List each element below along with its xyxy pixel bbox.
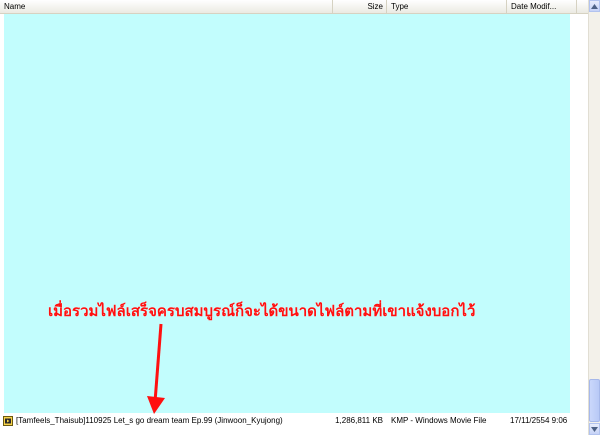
file-list-window: Name Size Type Date Modif... เมื่อรวมไฟล… <box>0 0 600 435</box>
scroll-up-button[interactable] <box>589 0 600 12</box>
annotation-overlay <box>4 14 570 413</box>
column-extra-header[interactable] <box>577 0 588 13</box>
column-header: Name Size Type Date Modif... <box>0 0 588 14</box>
annotation-caption: เมื่อรวมไฟล์เสร็จครบสมบูรณ์ก็จะได้ขนาดไฟ… <box>48 303 476 320</box>
file-date-modified: 17/11/2554 9:06 <box>510 416 568 425</box>
scroll-down-button[interactable] <box>589 423 600 435</box>
column-date-header[interactable]: Date Modif... <box>507 0 577 13</box>
vertical-scrollbar[interactable] <box>588 0 600 435</box>
file-type: KMP - Windows Movie File <box>391 416 487 425</box>
annotation-arrow-icon <box>147 323 165 414</box>
file-size: 1,286,811 KB <box>335 416 383 425</box>
column-type-header[interactable]: Type <box>387 0 507 13</box>
file-row[interactable]: [Tamfeels_Thaisub]110925 Let_s go dream … <box>0 414 588 428</box>
movie-file-icon <box>3 416 13 426</box>
column-size-header[interactable]: Size <box>333 0 387 13</box>
file-name: [Tamfeels_Thaisub]110925 Let_s go dream … <box>16 416 283 425</box>
scroll-thumb[interactable] <box>589 379 600 422</box>
column-name-header[interactable]: Name <box>0 0 333 13</box>
scroll-up-arrow-icon <box>591 3 598 9</box>
scroll-down-arrow-icon <box>591 426 598 432</box>
